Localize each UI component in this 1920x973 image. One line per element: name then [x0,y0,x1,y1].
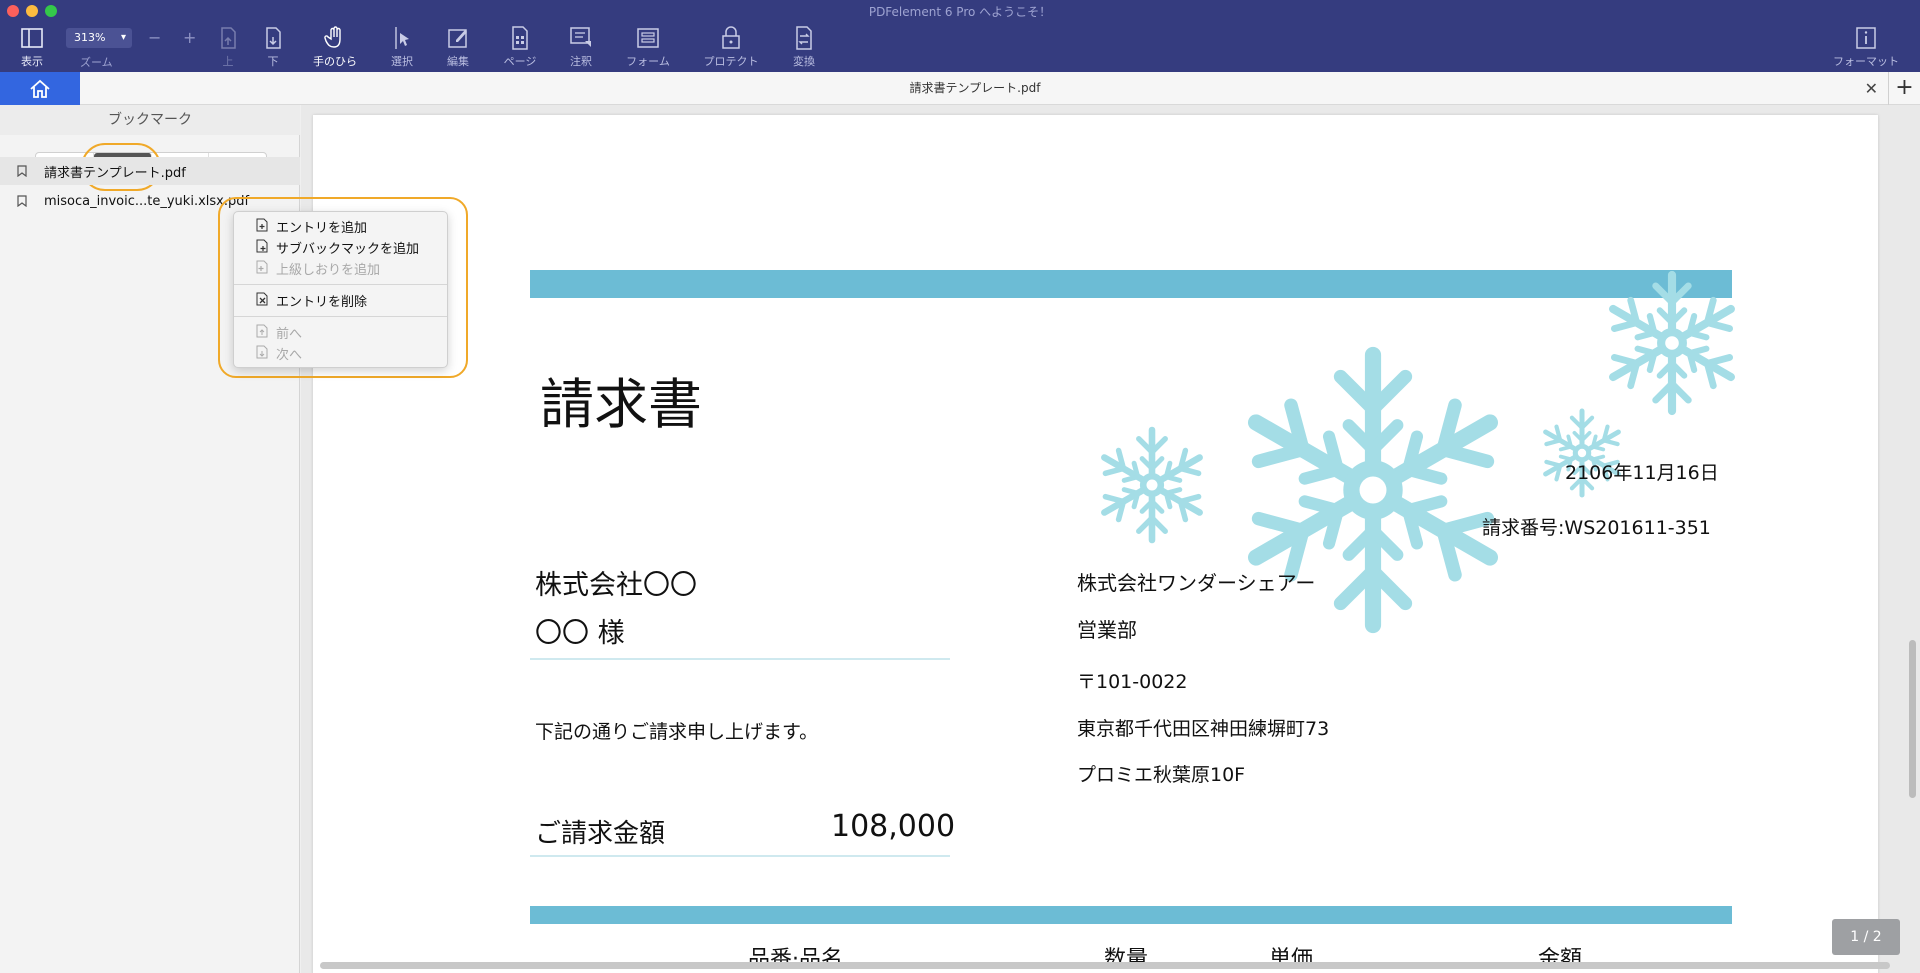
bookmark-icon [17,195,27,207]
page-up-icon [221,27,236,49]
client-underline [530,658,950,660]
lock-icon [722,26,740,49]
bookmark-icon [17,165,27,177]
comment-tool-button[interactable]: 注釈 [566,24,596,70]
bookmark-label: 請求書テンプレート.pdf [44,165,186,181]
page-label: ページ [503,55,537,68]
convert-tool-button[interactable]: 変換 [790,24,818,70]
delete-page-icon [256,292,268,305]
sender-zip: 〒101-0022 [1077,671,1188,693]
add-parent-page-icon [256,260,268,273]
page-icon [512,26,528,50]
add-sub-page-icon [256,239,268,252]
new-tab-button[interactable]: + [1888,72,1920,105]
page-down-icon [266,27,281,49]
select-tool-button[interactable]: 選択 [388,24,416,70]
edit-icon [448,29,467,48]
vertical-scrollbar[interactable] [1909,640,1916,798]
home-button[interactable] [0,72,80,105]
home-icon [30,79,50,98]
document-tab-bar: 請求書テンプレート.pdf ✕ + [0,72,1920,105]
sender-department: 営業部 [1077,618,1137,642]
menu-item-next[interactable]: 次へ [234,343,447,364]
pdf-page: 請求書 2106年11月16日 請求番号:WS201611-351 株式会社〇〇… [313,115,1878,973]
horizontal-scrollbar[interactable] [320,962,1890,969]
page-up-icon [256,324,268,337]
comment-label: 注釈 [570,55,592,68]
hand-label: 手のひら [313,55,357,68]
menu-separator [234,284,447,285]
info-icon [1856,27,1876,49]
select-label: 選択 [391,55,413,68]
edit-tool-button[interactable]: 編集 [444,24,472,70]
sender-address: 東京都千代田区神田練塀町73 [1077,718,1330,740]
sidebar-title: ブックマーク [0,105,300,135]
edit-label: 編集 [447,55,469,68]
zoom-out-button[interactable]: − [148,28,161,47]
hand-tool-button[interactable]: 手のひら [310,24,360,70]
sender-company: 株式会社ワンダーシェアー [1077,571,1316,595]
amount-underline [530,855,950,857]
view-label: 表示 [21,55,43,68]
menu-item-add-sub-bookmark[interactable]: サブバックマックを追加 [234,237,447,258]
protect-label: プロテクト [703,55,759,68]
format-panel-button[interactable]: フォーマット [1830,24,1902,70]
document-view[interactable]: 請求書 2106年11月16日 請求番号:WS201611-351 株式会社〇〇… [301,105,1920,973]
client-name: 〇〇 様 [535,618,625,649]
add-page-icon [256,218,268,231]
menu-item-delete-entry[interactable]: エントリを削除 [234,290,447,311]
client-company: 株式会社〇〇 [535,570,697,601]
zoom-value: 313% [74,31,106,44]
invoice-date: 2106年11月16日 [1565,462,1719,484]
bookmark-label: misoca_invoic...te_yuki.xlsx.pdf [44,193,250,209]
bookmark-context-menu: エントリを追加 サブバックマックを追加 上級しおりを追加 エントリを削除 前へ … [233,211,448,368]
up-label: 上 [222,55,234,68]
menu-item-previous[interactable]: 前へ [234,322,447,343]
zoom-label: ズーム [80,56,113,69]
zoom-select[interactable]: 313% ▾ [66,28,132,48]
zoom-in-button[interactable]: + [183,28,196,47]
page-tool-button[interactable]: ページ [500,24,540,70]
document-tab[interactable]: 請求書テンプレート.pdf [80,72,1870,105]
prev-page-button[interactable]: 上 [215,24,241,70]
next-page-button[interactable]: 下 [260,24,286,70]
sender-building: プロミエ秋葉原10F [1077,764,1246,786]
sidebar-toggle-icon [21,28,43,48]
invoice-title: 請求書 [540,373,702,436]
form-icon [637,28,659,48]
close-tab-icon[interactable]: ✕ [1865,79,1878,98]
select-cursor-icon [395,27,409,49]
chevron-down-icon: ▾ [120,32,126,43]
view-button[interactable]: 表示 [16,24,48,70]
format-label: フォーマット [1833,55,1899,68]
amount-label: ご請求金額 [535,819,666,849]
menu-item-add-parent-bookmark[interactable]: 上級しおりを追加 [234,258,447,279]
comment-icon [570,27,591,47]
bookmark-item[interactable]: 請求書テンプレート.pdf [0,157,300,185]
hand-icon [324,26,341,48]
invoice-number: 請求番号:WS201611-351 [1482,517,1711,539]
convert-icon [796,26,812,50]
form-label: フォーム [626,55,670,68]
main-toolbar: PDFelement 6 Pro へようこそ！ 表示 313% ▾ ズーム − +… [0,0,1920,72]
form-tool-button[interactable]: フォーム [622,24,674,70]
page-indicator: 1 / 2 [1832,919,1900,955]
amount-value: 108,000 [831,809,956,844]
page-down-icon [256,345,268,358]
down-label: 下 [267,55,279,68]
invoice-intro: 下記の通りご請求申し上げます。 [535,721,819,743]
protect-tool-button[interactable]: プロテクト [700,24,762,70]
menu-separator [234,316,447,317]
convert-label: 変換 [793,55,815,68]
window-title: PDFelement 6 Pro へようこそ！ [868,5,1052,19]
menu-item-add-entry[interactable]: エントリを追加 [234,216,447,237]
